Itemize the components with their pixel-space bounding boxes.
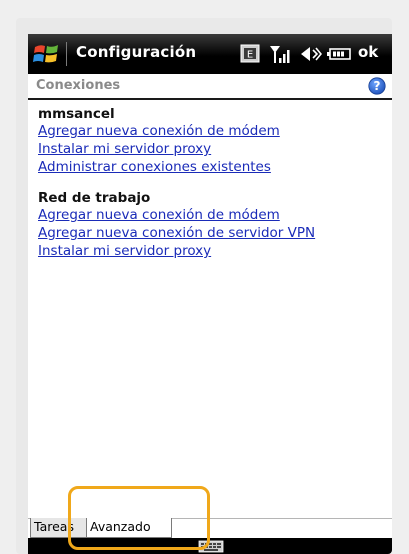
device-frame: Configuración E ok Conexiones ? mmsancel… xyxy=(16,18,392,554)
page-title: Conexiones xyxy=(36,78,121,93)
keyboard-icon[interactable] xyxy=(198,540,224,553)
settings-content: mmsancel Agregar nueva conexión de módem… xyxy=(38,106,388,274)
group-title: Red de trabajo xyxy=(38,190,151,206)
header-divider xyxy=(28,98,392,100)
screen: Configuración E ok Conexiones ? mmsancel… xyxy=(28,34,392,554)
group-title: mmsancel xyxy=(38,106,115,122)
tab-advanced[interactable]: Avanzado xyxy=(86,518,172,538)
volume-icon[interactable] xyxy=(298,42,322,66)
help-icon[interactable]: ? xyxy=(368,77,386,95)
install-proxy-link[interactable]: Instalar mi servidor proxy xyxy=(38,140,388,158)
softkey-bar xyxy=(28,538,392,554)
group-work-network: Red de trabajo Agregar nueva conexión de… xyxy=(38,190,388,260)
tab-tasks[interactable]: Tareas xyxy=(30,518,92,538)
add-modem-connection-link[interactable]: Agregar nueva conexión de módem xyxy=(38,206,388,224)
tab-bar: Tareas Avanzado xyxy=(28,518,392,539)
ok-button[interactable]: ok xyxy=(358,43,378,61)
signal-icon[interactable] xyxy=(268,42,294,66)
svg-text:?: ? xyxy=(374,79,381,93)
edge-network-icon[interactable]: E xyxy=(240,42,260,66)
svg-text:E: E xyxy=(247,50,253,61)
install-proxy-link[interactable]: Instalar mi servidor proxy xyxy=(38,242,388,260)
group-mmsancel: mmsancel Agregar nueva conexión de módem… xyxy=(38,106,388,176)
page-header: Conexiones ? xyxy=(28,74,392,99)
battery-icon[interactable] xyxy=(326,42,352,66)
windows-start-icon[interactable] xyxy=(32,40,62,68)
add-modem-connection-link[interactable]: Agregar nueva conexión de módem xyxy=(38,122,388,140)
title-separator xyxy=(66,42,67,66)
window-title: Configuración xyxy=(76,43,197,61)
add-vpn-connection-link[interactable]: Agregar nueva conexión de servidor VPN xyxy=(38,224,388,242)
manage-connections-link[interactable]: Administrar conexiones existentes xyxy=(38,158,388,176)
title-bar: Configuración E ok xyxy=(28,34,392,74)
